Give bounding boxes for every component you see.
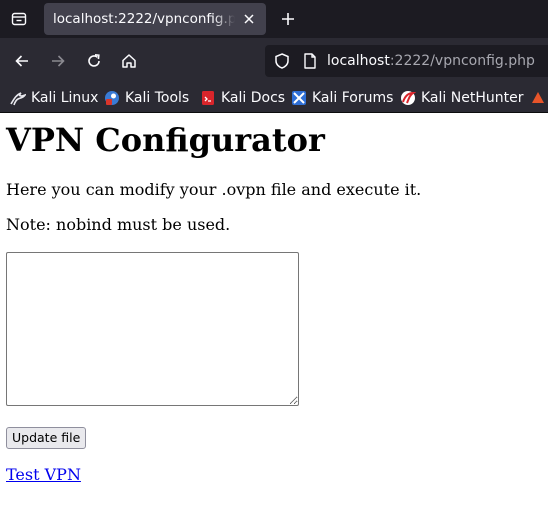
intro-text: Here you can modify your .ovpn file and … [6, 180, 422, 199]
url-host: localhost [327, 53, 390, 69]
bookmark-kali-forums[interactable]: Kali Forums [291, 88, 393, 108]
tab-overview-icon [11, 12, 27, 26]
new-tab-button[interactable] [276, 7, 300, 31]
home-icon [122, 54, 136, 68]
bookmark-label: Kali Docs [221, 90, 286, 106]
kali-tools-icon [105, 91, 119, 105]
plus-icon [282, 13, 294, 25]
kali-docs-icon [202, 91, 214, 105]
back-arrow-icon [15, 55, 28, 67]
bookmark-label: Kali Linux [31, 90, 99, 106]
bookmark-label: Kali NetHunter [421, 90, 524, 106]
bookmark-label: Kali Forums [312, 90, 394, 106]
close-tab-button[interactable] [240, 10, 258, 28]
tab-bar: localhost:2222/vpnconfig.php [0, 0, 548, 38]
page-content: VPN Configurator Here you can modify you… [0, 113, 548, 515]
reload-button[interactable] [80, 47, 108, 75]
shield-icon[interactable] [273, 52, 291, 70]
update-file-button[interactable]: Update file [6, 427, 87, 449]
address-bar[interactable]: localhost:2222/vpnconfig.php [265, 45, 548, 77]
url-text[interactable]: localhost:2222/vpnconfig.php [327, 52, 535, 70]
config-textarea[interactable] [6, 252, 299, 406]
page-title: VPN Configurator [6, 121, 325, 159]
bookmark-kali-linux[interactable]: Kali Linux [10, 88, 98, 108]
tab-title: localhost:2222/vpnconfig.php [53, 11, 235, 27]
kali-forums-icon [292, 91, 306, 105]
forward-arrow-icon [52, 55, 65, 67]
kali-training-icon [532, 92, 544, 103]
test-vpn-link[interactable]: Test VPN [6, 465, 81, 485]
tab-list-button[interactable] [0, 0, 38, 38]
kali-nethunter-icon [401, 91, 416, 105]
home-button[interactable] [115, 47, 143, 75]
url-path: :2222/vpnconfig.php [389, 53, 535, 69]
bookmarks-toolbar: Kali Linux Kali Tools Kali Docs Kali For… [0, 84, 548, 113]
note-text: Note: nobind must be used. [6, 215, 231, 234]
tab-active[interactable]: localhost:2222/vpnconfig.php [44, 3, 266, 35]
bookmark-kali-nethunter[interactable]: Kali NetHunter [400, 88, 523, 108]
kali-dragon-icon [10, 92, 26, 106]
bookmark-overflow[interactable] [530, 88, 548, 108]
bookmark-label: Kali Tools [125, 90, 190, 106]
close-icon [244, 14, 254, 24]
reload-icon [88, 54, 100, 67]
page-icon[interactable] [301, 52, 319, 70]
bookmark-kali-docs[interactable]: Kali Docs [200, 88, 285, 108]
back-button[interactable] [8, 47, 36, 75]
bookmark-kali-tools[interactable]: Kali Tools [104, 88, 189, 108]
forward-button[interactable] [44, 47, 72, 75]
